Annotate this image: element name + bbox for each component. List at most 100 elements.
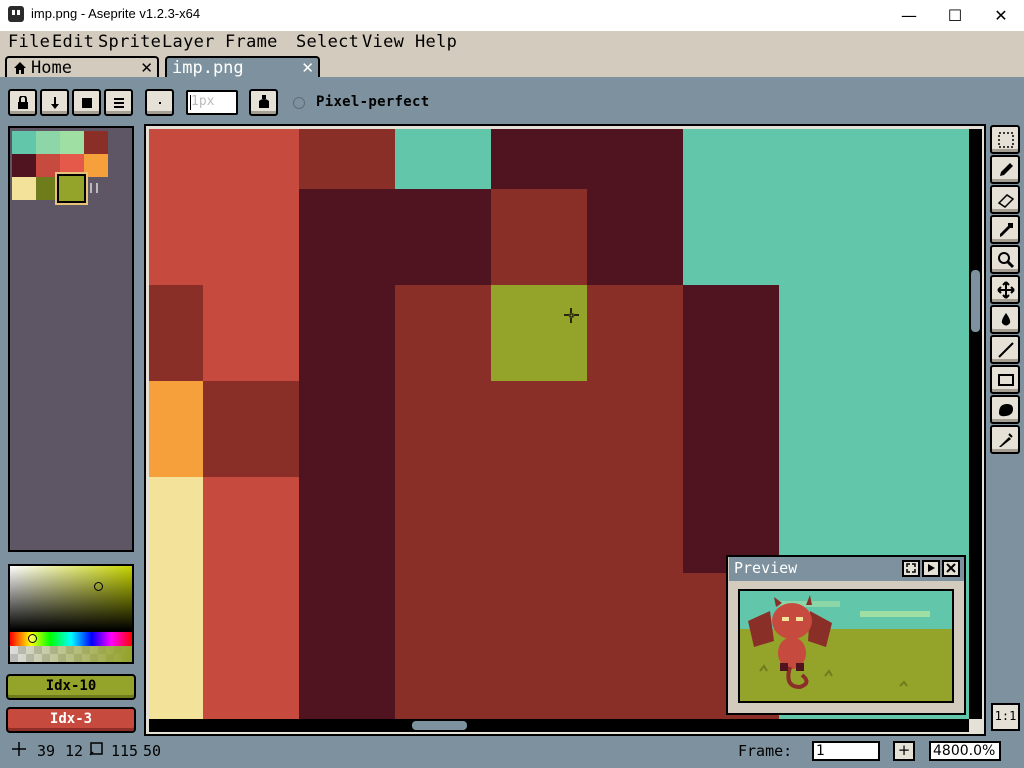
vertical-scrollbar[interactable] bbox=[969, 129, 982, 719]
palette-swatch[interactable] bbox=[84, 154, 108, 177]
palette-swatch[interactable] bbox=[12, 131, 36, 154]
pixel-perfect-label: Pixel-perfect bbox=[316, 94, 430, 110]
selection-height: 50 bbox=[143, 742, 162, 760]
selection-size-icon bbox=[89, 742, 103, 756]
preview-play-button[interactable] bbox=[922, 560, 940, 577]
imp-sprite-preview bbox=[740, 591, 952, 701]
brush-type-button[interactable] bbox=[145, 89, 174, 116]
tab-underline bbox=[0, 77, 1024, 82]
menu-view[interactable]: View bbox=[362, 31, 404, 53]
crosshair-cursor-icon bbox=[564, 308, 579, 323]
crosshair-icon bbox=[12, 742, 26, 756]
home-icon bbox=[14, 62, 26, 74]
selected-palette-swatch[interactable] bbox=[57, 174, 86, 203]
pixel-perfect-checkbox[interactable] bbox=[293, 97, 305, 109]
preview-close-button[interactable] bbox=[942, 560, 960, 577]
menu-edit[interactable]: Edit bbox=[52, 31, 94, 53]
tab-imp-close-icon[interactable]: ✕ bbox=[301, 58, 314, 78]
alpha-slider[interactable] bbox=[8, 646, 134, 664]
square-icon bbox=[81, 98, 92, 108]
play-icon bbox=[928, 564, 935, 572]
arrow-down-button[interactable] bbox=[40, 89, 69, 116]
blur-icon bbox=[999, 433, 1013, 447]
lock-button[interactable] bbox=[8, 89, 37, 116]
close-window-button[interactable]: ✕ bbox=[978, 0, 1024, 31]
tool-move[interactable] bbox=[990, 275, 1020, 304]
minimize-button[interactable]: — bbox=[886, 0, 932, 31]
tool-blur[interactable] bbox=[990, 425, 1020, 454]
brush-menu-button[interactable] bbox=[104, 89, 133, 116]
maximize-button[interactable]: ☐ bbox=[932, 0, 978, 31]
zoom-1-1-button[interactable]: 1:1 bbox=[991, 703, 1020, 731]
horizontal-scrollbar[interactable] bbox=[149, 719, 969, 732]
preview-sprite-image bbox=[738, 589, 954, 703]
tab-home[interactable]: Home ✕ bbox=[5, 56, 159, 78]
tool-zoom[interactable] bbox=[990, 245, 1020, 274]
tool-fill[interactable] bbox=[990, 305, 1020, 334]
line-icon bbox=[998, 342, 1014, 358]
tool-contour[interactable] bbox=[990, 395, 1020, 424]
window-title: imp.png - Aseprite v1.2.3-x64 bbox=[31, 6, 201, 21]
vertical-scrollbar-thumb[interactable] bbox=[971, 270, 980, 332]
tab-home-close-icon[interactable]: ✕ bbox=[140, 58, 153, 78]
cursor-x: 39 bbox=[37, 742, 56, 760]
cursor-y: 12 bbox=[65, 742, 84, 760]
brush-size-input[interactable]: 1px bbox=[186, 90, 238, 115]
move-icon bbox=[997, 281, 1015, 299]
menu-help[interactable]: Help bbox=[415, 31, 457, 53]
fill-icon bbox=[1001, 313, 1011, 326]
eraser-icon bbox=[997, 194, 1015, 208]
menu-bar: File Edit Sprite Layer Frame Select View… bbox=[0, 31, 1024, 54]
ink-button[interactable] bbox=[249, 89, 278, 116]
palette-swatch[interactable] bbox=[84, 131, 108, 154]
eyedropper-icon bbox=[1000, 223, 1013, 237]
tool-marquee[interactable] bbox=[990, 125, 1020, 154]
rectangle-icon bbox=[998, 374, 1014, 386]
arrow-down-icon bbox=[50, 97, 59, 109]
hue-marker[interactable] bbox=[28, 634, 37, 643]
palette-swatch[interactable] bbox=[60, 131, 84, 154]
add-frame-button[interactable]: + bbox=[893, 741, 915, 761]
tool-line[interactable] bbox=[990, 335, 1020, 364]
tool-pencil[interactable] bbox=[990, 155, 1020, 184]
tool-eyedropper[interactable] bbox=[990, 215, 1020, 244]
preview-fullscreen-button[interactable] bbox=[902, 560, 920, 577]
tab-imp-label: imp.png bbox=[172, 58, 244, 78]
lock-icon bbox=[17, 95, 28, 109]
menu-frame[interactable]: Frame bbox=[225, 31, 278, 53]
pencil-icon bbox=[1000, 163, 1013, 176]
ink-bottle-icon bbox=[258, 95, 269, 108]
zoom-input[interactable]: 4800.0% bbox=[929, 741, 1001, 761]
background-color-button[interactable]: Idx-3 bbox=[6, 707, 136, 733]
tab-imp-png[interactable]: imp.png ✕ bbox=[165, 56, 320, 78]
hue-slider[interactable] bbox=[8, 632, 134, 646]
square-brush-button[interactable] bbox=[72, 89, 101, 116]
aseprite-app-icon bbox=[8, 6, 24, 22]
tool-rectangle[interactable] bbox=[990, 365, 1020, 394]
foreground-color-button[interactable]: Idx-10 bbox=[6, 674, 136, 700]
sv-marker[interactable] bbox=[94, 582, 103, 591]
marquee-icon bbox=[998, 132, 1014, 148]
contour-icon bbox=[999, 404, 1013, 417]
menu-file[interactable]: File bbox=[8, 31, 50, 53]
palette-swatch[interactable] bbox=[12, 154, 36, 177]
palette-resize-handle[interactable] bbox=[90, 183, 98, 193]
menu-layer[interactable]: Layer bbox=[162, 31, 215, 53]
frame-input[interactable]: 1 bbox=[812, 741, 880, 761]
close-icon bbox=[946, 563, 956, 573]
dot-icon bbox=[158, 102, 161, 104]
frame-label: Frame: bbox=[738, 742, 793, 760]
menu-sprite[interactable]: Sprite bbox=[98, 31, 161, 53]
selection-width: 115 bbox=[111, 742, 139, 760]
horizontal-scrollbar-thumb[interactable] bbox=[412, 721, 467, 730]
palette-swatch[interactable] bbox=[12, 177, 36, 200]
fullscreen-icon bbox=[906, 563, 916, 573]
menu-icon bbox=[113, 98, 124, 108]
preview-title: Preview bbox=[734, 559, 798, 577]
zoom-icon bbox=[998, 252, 1015, 269]
saturation-value-picker[interactable] bbox=[8, 564, 134, 632]
menu-select[interactable]: Select bbox=[296, 31, 359, 53]
tool-eraser[interactable] bbox=[990, 185, 1020, 214]
palette-swatch[interactable] bbox=[36, 131, 60, 154]
tab-home-label: Home bbox=[31, 58, 72, 78]
